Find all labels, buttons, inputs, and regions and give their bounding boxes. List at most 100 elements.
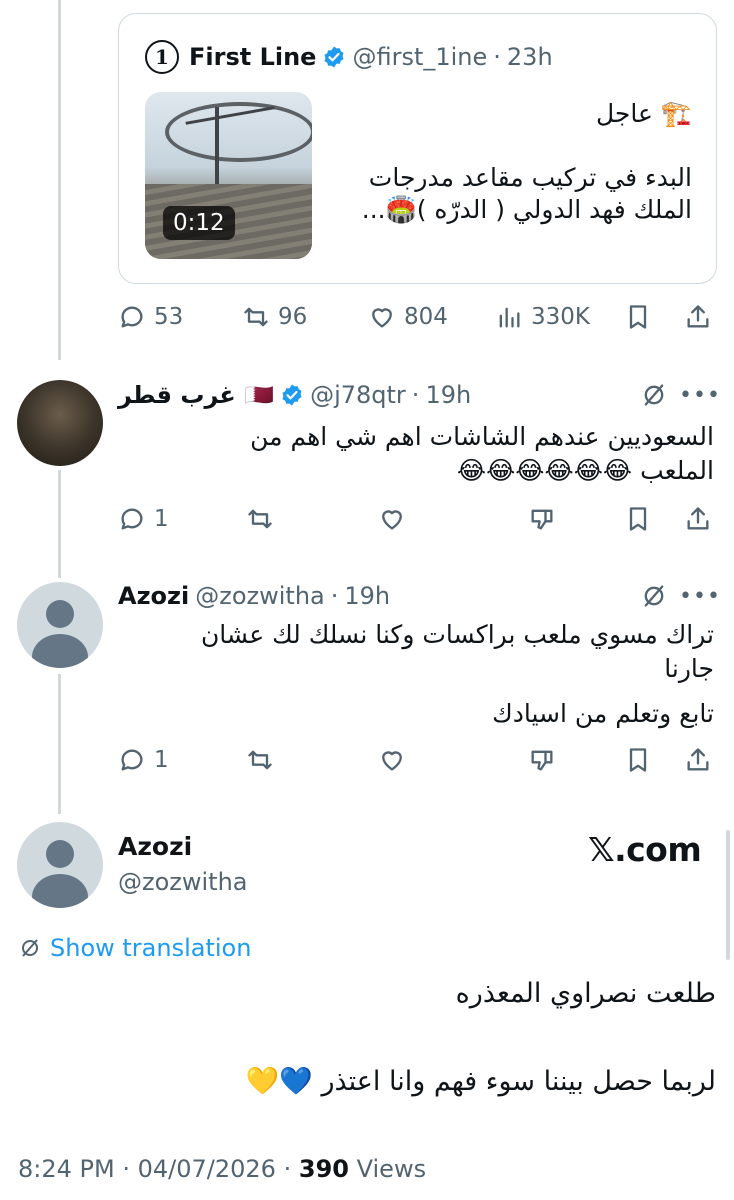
reply-text: تابع وتعلم من اسيادك <box>492 699 714 728</box>
bookmark-icon <box>629 748 647 772</box>
repost-count: 96 <box>278 304 308 330</box>
reply-header: غرب قطر 🇶🇦 @j78qtr · 19h <box>118 378 471 412</box>
main-tweet-text: لربما حصل بيننا سوء فهم وانا اعتذر 💙💛 <box>245 1066 716 1097</box>
main-tweet-text: طلعت نصراوي المعذره <box>455 978 716 1009</box>
views-count: 390 <box>298 1155 349 1183</box>
reply-count: 1 <box>154 506 169 532</box>
reply-count: 53 <box>154 304 184 330</box>
post-time[interactable]: 8:24 PM <box>18 1155 115 1183</box>
repost-icon <box>244 307 268 327</box>
grok-icon[interactable] <box>640 582 668 610</box>
separator-dot: · <box>283 1155 292 1183</box>
tweet-meta: 8:24 PM · 04/07/2026 · 390 Views <box>18 1155 426 1183</box>
quoted-tweet-card[interactable]: 1 First Line @first_1ine · 23h 0:12 🏗️ ع… <box>118 13 717 284</box>
reply-text: تراك مسوي ملعب براكسات وكنا نسلك لك عشان… <box>200 620 714 683</box>
verified-badge-icon <box>282 384 302 406</box>
reply-button[interactable]: 1 <box>118 505 169 533</box>
reply-icon <box>121 749 143 771</box>
video-duration-badge: 0:12 <box>163 206 235 240</box>
analytics-icon <box>499 307 520 328</box>
post-date[interactable]: 04/07/2026 <box>138 1155 276 1183</box>
quoted-tweet-actions: 53 96 804 330K <box>118 297 717 337</box>
more-options-icon[interactable]: ••• <box>679 381 720 409</box>
views-button[interactable]: 330K <box>495 303 590 331</box>
reply-actions: 1 <box>118 499 717 539</box>
repost-button[interactable] <box>246 505 274 533</box>
avatar[interactable] <box>17 380 103 466</box>
views-label: Views <box>356 1155 427 1183</box>
author-handle[interactable]: @first_1ine <box>352 43 487 71</box>
more-options-icon[interactable]: ••• <box>679 582 720 610</box>
quoted-text-line: البدء في تركيب مقاعد مدرجات <box>368 163 692 192</box>
first-line-logo: 1 <box>145 40 179 74</box>
like-button[interactable] <box>378 505 406 533</box>
post-time[interactable]: 19h <box>344 582 390 610</box>
stadium-roof-graphic <box>165 102 312 162</box>
downvote-icon <box>531 509 553 530</box>
bookmark-icon <box>629 305 647 329</box>
reply-count: 1 <box>154 747 169 773</box>
thread-line <box>58 470 61 578</box>
reply-header: Azozi @zozwitha · 19h <box>118 579 390 613</box>
bookmark-button[interactable] <box>624 303 652 331</box>
author-handle[interactable]: @zozwitha <box>118 868 248 896</box>
reply-actions: 1 <box>118 740 717 780</box>
verified-badge-icon <box>324 46 344 68</box>
video-thumbnail[interactable]: 0:12 <box>145 92 312 259</box>
post-time[interactable]: 23h <box>507 43 553 71</box>
show-translation-label: Show translation <box>50 934 252 962</box>
heart-icon <box>382 510 402 530</box>
separator-dot: · <box>493 43 501 71</box>
x-brand-logo: 𝕏.com <box>588 830 702 869</box>
avatar[interactable] <box>17 822 103 908</box>
author-handle[interactable]: @zozwitha <box>195 582 325 610</box>
reply-text: السعوديين عندهم الشاشات اهم شي اهم من ال… <box>250 422 714 485</box>
repost-icon <box>248 509 272 529</box>
post-time[interactable]: 19h <box>425 381 471 409</box>
views-count: 330K <box>531 304 590 330</box>
downvote-button[interactable] <box>528 746 556 774</box>
like-button[interactable]: 804 <box>368 303 448 331</box>
reply-button[interactable]: 53 <box>118 303 183 331</box>
bookmark-icon <box>629 507 647 531</box>
author-name[interactable]: غرب قطر 🇶🇦 <box>118 381 274 409</box>
separator-dot: · <box>330 582 339 610</box>
share-button[interactable] <box>684 505 712 533</box>
author-name[interactable]: First Line <box>189 43 316 71</box>
scrollbar[interactable] <box>726 830 730 960</box>
author-name[interactable]: Azozi <box>118 582 189 610</box>
share-icon <box>687 748 709 771</box>
repost-button[interactable]: 96 <box>242 303 307 331</box>
author-name[interactable]: Azozi <box>118 832 192 861</box>
author-handle[interactable]: @j78qtr <box>310 381 406 409</box>
quoted-tweet-header: 1 First Line @first_1ine · 23h <box>145 40 553 74</box>
translate-icon <box>22 939 38 957</box>
thread-line <box>58 674 61 814</box>
share-button[interactable] <box>684 303 712 331</box>
bookmark-button[interactable] <box>624 505 652 533</box>
heart-icon <box>382 751 402 771</box>
repost-button[interactable] <box>246 746 274 774</box>
share-icon <box>687 507 709 530</box>
avatar[interactable] <box>17 582 103 668</box>
share-icon <box>687 305 709 328</box>
quoted-text-line: 🏗️ عاجل <box>596 99 692 128</box>
reply-icon <box>121 508 143 530</box>
downvote-icon <box>531 750 553 771</box>
bookmark-button[interactable] <box>624 746 652 774</box>
downvote-button[interactable] <box>528 505 556 533</box>
show-translation-link[interactable]: Show translation <box>18 934 251 962</box>
grok-icon[interactable] <box>640 381 668 409</box>
reply-icon <box>121 306 143 328</box>
separator-dot: · <box>411 381 420 409</box>
repost-icon <box>248 750 272 770</box>
heart-icon <box>372 308 392 328</box>
thread-line <box>58 0 61 360</box>
like-count: 804 <box>404 304 448 330</box>
reply-button[interactable]: 1 <box>118 746 169 774</box>
separator-dot: · <box>122 1155 130 1183</box>
share-button[interactable] <box>684 746 712 774</box>
like-button[interactable] <box>378 746 406 774</box>
quoted-tweet-text: 🏗️ عاجل البدء في تركيب مقاعد مدرجات المل… <box>322 98 692 226</box>
quoted-text-line: الملك فهد الدولي ( الدرّه )🏟️... <box>361 195 692 224</box>
